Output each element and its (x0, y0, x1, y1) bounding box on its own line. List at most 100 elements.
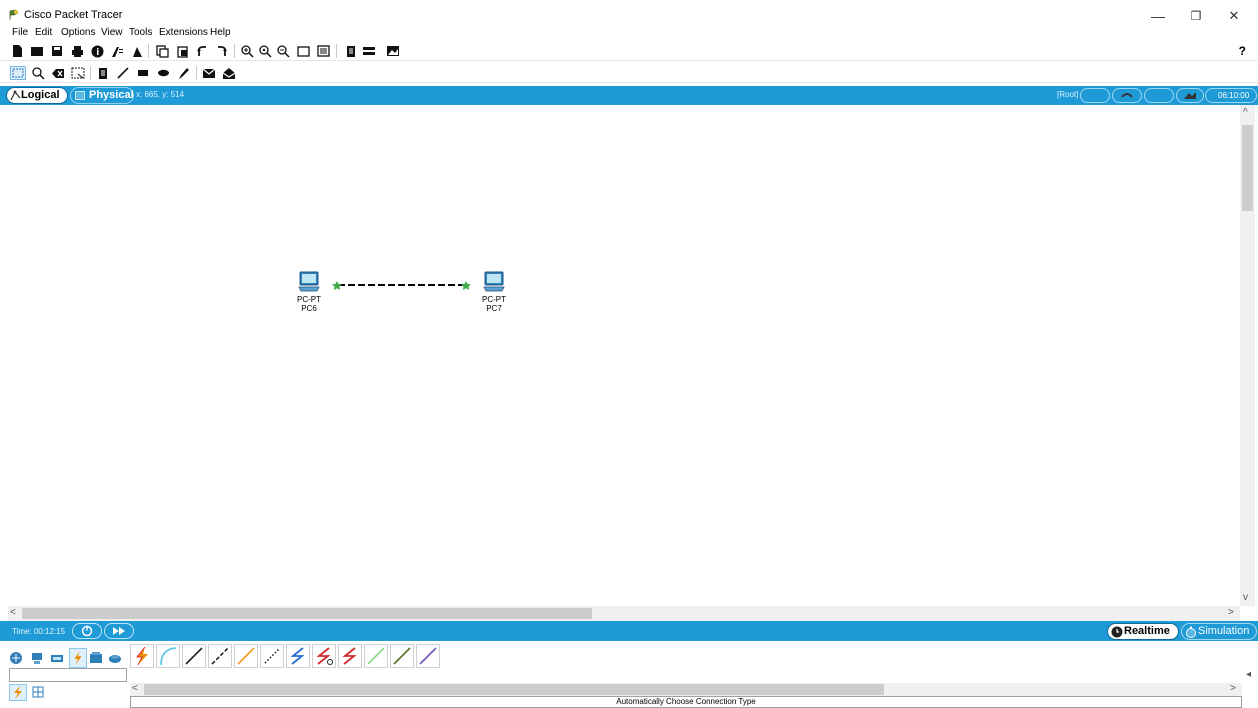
print-icon[interactable] (70, 44, 84, 58)
copy-icon[interactable] (155, 44, 169, 58)
menu-edit[interactable]: Edit (35, 27, 52, 38)
draw-line-icon[interactable] (116, 66, 130, 80)
viewport-button[interactable] (1176, 88, 1204, 103)
scroll-up-arrow-icon[interactable]: ^ (1243, 107, 1248, 118)
tab-logical[interactable]: Logical (6, 87, 68, 104)
fiber-cable-button[interactable] (234, 644, 258, 668)
save-icon[interactable] (50, 44, 64, 58)
connections-category-icon[interactable] (69, 648, 87, 668)
device-name-label: PC7 (486, 304, 502, 313)
serial-dte-button[interactable] (338, 644, 362, 668)
coaxial-cable-icon (290, 647, 305, 665)
usb-cable-button[interactable] (416, 644, 440, 668)
logical-workspace[interactable]: PC-PT PC6 PC-PT PC7 (8, 105, 1240, 606)
palette-scroll-right-icon[interactable]: > (1230, 683, 1236, 694)
minimize-button[interactable]: — (1143, 6, 1173, 26)
straight-through-cable-icon (185, 647, 203, 665)
set-tiled-background-button[interactable] (1144, 88, 1174, 103)
paste-icon[interactable] (175, 44, 189, 58)
miscellaneous-category-icon[interactable] (89, 651, 103, 665)
delete-tool-icon[interactable] (51, 66, 65, 80)
palette-scroll-thumb[interactable] (144, 684, 884, 695)
environment-clock[interactable]: 06:10:00 (1205, 88, 1257, 103)
restore-button[interactable]: ❐ (1181, 6, 1211, 26)
fast-forward-time-button[interactable] (104, 623, 134, 639)
help-button[interactable]: ? (1239, 44, 1246, 58)
device-pc7[interactable]: PC-PT PC7 (474, 271, 514, 313)
simulation-mode-tab[interactable]: Simulation (1181, 623, 1257, 640)
palette-scroll-left-icon[interactable]: < (132, 683, 138, 694)
realtime-mode-tab[interactable]: Realtime (1107, 623, 1179, 640)
open-folder-icon[interactable] (30, 44, 44, 58)
zoom-in-icon[interactable] (240, 44, 254, 58)
custom-device-dialog-icon[interactable] (316, 44, 330, 58)
menu-tools[interactable]: Tools (129, 27, 152, 38)
new-cluster-button[interactable] (1080, 88, 1110, 103)
multiuser-category-icon[interactable] (108, 651, 122, 665)
menu-extensions[interactable]: Extensions (159, 27, 208, 38)
canvas-horizontal-scrollbar[interactable]: < > (8, 606, 1240, 621)
window-title: Cisco Packet Tracer (24, 9, 123, 21)
image-viewer-icon[interactable] (386, 44, 400, 58)
drawing-palette-icon[interactable] (296, 44, 310, 58)
components-category-icon[interactable] (50, 651, 64, 665)
select-tool-icon[interactable] (10, 66, 26, 80)
serial-dce-button[interactable] (312, 644, 336, 668)
grid-icon[interactable] (32, 686, 44, 698)
palette-horizontal-scrollbar[interactable]: < > (130, 683, 1242, 696)
new-file-icon[interactable] (10, 44, 24, 58)
pdu-list-icon[interactable] (344, 44, 358, 58)
draw-ellipse-icon[interactable] (156, 66, 170, 80)
draw-rectangle-icon[interactable] (136, 66, 150, 80)
scroll-down-arrow-icon[interactable]: v (1243, 592, 1248, 603)
vertical-scroll-thumb[interactable] (1242, 125, 1253, 211)
custom-device-icon[interactable] (130, 44, 144, 58)
menu-options[interactable]: Options (61, 27, 95, 38)
octal-cable-button[interactable] (364, 644, 388, 668)
resize-tool-icon[interactable] (71, 66, 85, 80)
info-icon[interactable] (90, 44, 104, 58)
redo-icon[interactable] (215, 44, 229, 58)
close-button[interactable]: ✕ (1219, 6, 1249, 26)
tab-physical[interactable]: Physical (70, 87, 134, 104)
device-name-label: PC6 (301, 304, 317, 313)
place-note-icon[interactable] (96, 66, 110, 80)
cross-over-cable-icon (211, 647, 229, 665)
zoom-out-icon[interactable] (276, 44, 290, 58)
device-pc6[interactable]: PC-PT PC6 (289, 271, 329, 313)
network-info-icon[interactable] (362, 44, 376, 58)
menu-file[interactable]: File (12, 27, 28, 38)
phone-cable-button[interactable] (260, 644, 284, 668)
coaxial-cable-button[interactable] (286, 644, 310, 668)
device-search-input[interactable] (9, 668, 127, 682)
iot-custom-cable-button[interactable] (390, 644, 414, 668)
undo-icon[interactable] (195, 44, 209, 58)
auto-connection-type-button[interactable] (130, 644, 154, 668)
horizontal-scroll-thumb[interactable] (22, 608, 592, 619)
power-cycle-devices-button[interactable] (72, 623, 102, 639)
root-breadcrumb[interactable]: [Root] (1057, 90, 1078, 99)
menu-help[interactable]: Help (210, 27, 231, 38)
copper-straight-through-button[interactable] (182, 644, 206, 668)
end-devices-category-icon[interactable] (30, 651, 44, 665)
lightning-icon (14, 686, 22, 699)
menu-view[interactable]: View (101, 27, 123, 38)
add-simple-pdu-icon[interactable] (202, 66, 216, 80)
serial-dce-icon (316, 647, 333, 665)
cursor-coordinates: x: 665, y: 514 (136, 90, 185, 99)
activity-wizard-icon[interactable] (110, 44, 124, 58)
scroll-right-arrow-icon[interactable]: > (1228, 607, 1234, 618)
scroll-left-arrow-icon[interactable]: < (10, 607, 16, 618)
add-complex-pdu-icon[interactable] (222, 66, 236, 80)
freeform-icon[interactable] (176, 66, 190, 80)
inspect-tool-icon[interactable] (31, 66, 45, 80)
move-object-button[interactable] (1112, 88, 1142, 103)
connections-subcategory-button[interactable] (9, 684, 27, 701)
copper-cross-over-button[interactable] (208, 644, 232, 668)
palette-scroll-left-arrow-icon[interactable]: ◂ (1246, 669, 1251, 680)
canvas-vertical-scrollbar[interactable]: ^ v (1240, 105, 1255, 606)
zoom-reset-icon[interactable] (258, 44, 272, 58)
console-cable-button[interactable] (156, 644, 180, 668)
clock-icon (1111, 626, 1123, 638)
network-devices-category-icon[interactable] (9, 651, 23, 665)
